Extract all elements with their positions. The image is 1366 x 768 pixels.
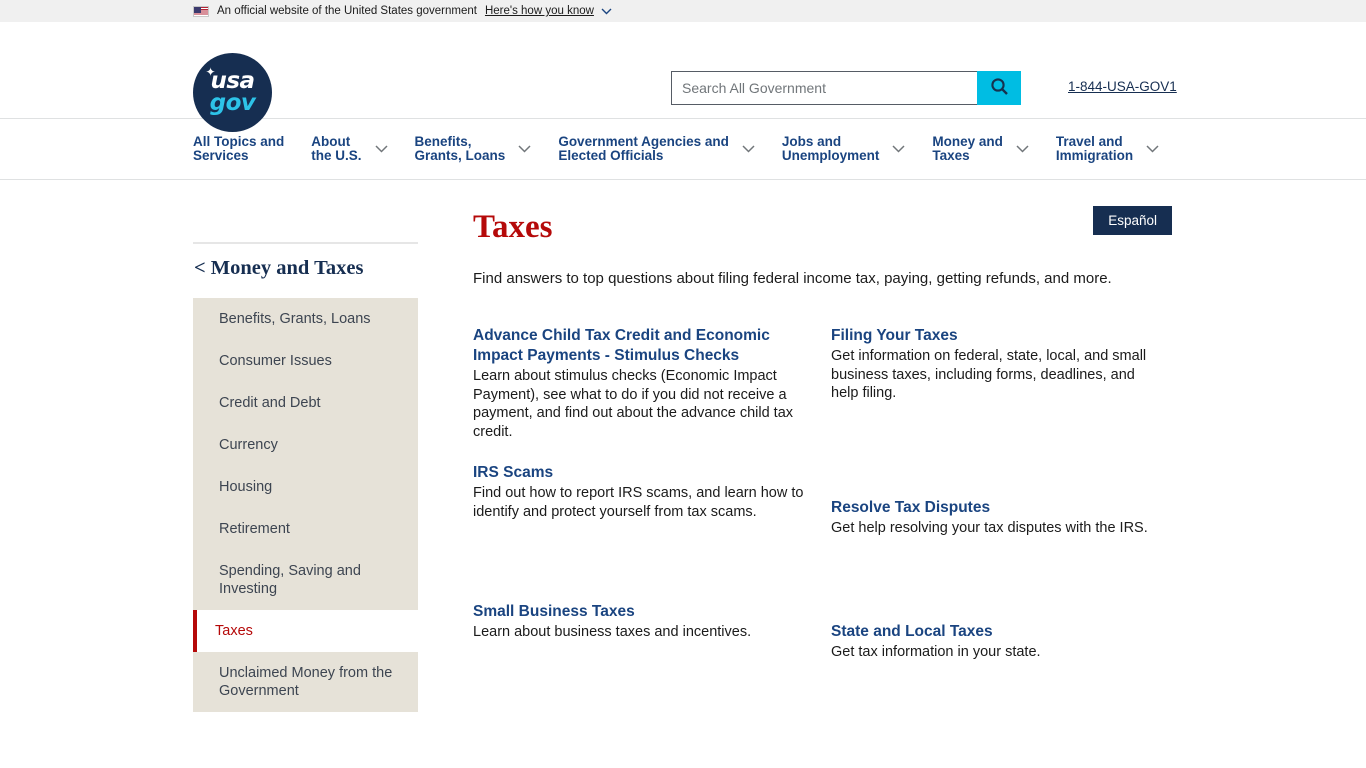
nav-item-label: About the U.S. <box>311 133 362 163</box>
chevron-down-icon[interactable] <box>1016 145 1029 153</box>
sidebar-item-credit-and-debt[interactable]: Credit and Debt <box>193 382 418 424</box>
topic-card-description: Get help resolving your tax disputes wit… <box>831 520 1148 536</box>
topic-card-link[interactable]: Advance Child Tax Credit and Economic Im… <box>473 326 807 366</box>
topic-card-resolve-tax-disputes: Resolve Tax Disputes Get help resolving … <box>831 498 1173 538</box>
topic-card-description: Get tax information in your state. <box>831 643 1041 660</box>
nav-item-jobs-unemployment[interactable]: Jobs and Unemployment <box>781 133 906 164</box>
topic-card-state-and-local-taxes: State and Local Taxes Get tax informatio… <box>831 622 1173 662</box>
nav-item-travel-immigration[interactable]: Travel and Immigration <box>1055 133 1159 164</box>
nav-item-about-us[interactable]: About the U.S. <box>311 133 388 164</box>
sidebar-item-spending-saving-investing[interactable]: Spending, Saving and Investing <box>193 550 418 610</box>
page-title: Taxes <box>473 209 553 245</box>
topic-card-grid: Advance Child Tax Credit and Economic Im… <box>473 326 1173 661</box>
chevron-down-icon[interactable] <box>1146 145 1159 153</box>
topic-card-link[interactable]: Filing Your Taxes <box>831 326 1149 346</box>
nav-item-label: Travel and Immigration <box>1055 133 1134 163</box>
banner-text: An official website of the United States… <box>217 5 477 17</box>
sidebar-divider <box>193 242 418 244</box>
topic-card-description: Find out how to report IRS scams, and le… <box>473 485 804 520</box>
nav-item-label: Jobs and Unemployment <box>781 133 880 163</box>
nav-item-government-agencies[interactable]: Government Agencies and Elected Official… <box>558 133 755 164</box>
sidebar-item-currency[interactable]: Currency <box>193 424 418 466</box>
topic-card-link[interactable]: Resolve Tax Disputes <box>831 498 1149 518</box>
logo-text-gov: gov <box>209 90 256 116</box>
chevron-down-icon[interactable] <box>892 145 905 153</box>
nav-item-label: Money and Taxes <box>932 133 1003 163</box>
nav-item-money-taxes[interactable]: Money and Taxes <box>932 133 1029 164</box>
topic-card-filing-your-taxes: Filing Your Taxes Get information on fed… <box>831 326 1173 441</box>
topic-card-irs-scams: IRS Scams Find out how to report IRS sca… <box>473 463 831 538</box>
us-flag-icon <box>193 5 209 17</box>
chevron-down-icon[interactable] <box>375 145 388 153</box>
logo-text-usa: usa <box>210 68 255 94</box>
phone-link[interactable]: 1-844-USA-GOV1 <box>1068 79 1177 94</box>
search-form <box>671 71 1021 105</box>
search-input[interactable] <box>671 71 977 105</box>
main-content: Taxes Find answers to top questions abou… <box>473 208 1173 661</box>
chevron-down-icon[interactable] <box>601 8 612 15</box>
page-body: Español < Money and Taxes Benefits, Gran… <box>0 180 1366 767</box>
topic-card-description: Get information on federal, state, local… <box>831 348 1147 401</box>
chevron-down-icon[interactable] <box>742 145 755 153</box>
sidebar-item-retirement[interactable]: Retirement <box>193 508 418 550</box>
topic-card-description: Learn about stimulus checks (Economic Im… <box>473 368 794 440</box>
section-sidebar: < Money and Taxes Benefits, Grants, Loan… <box>193 242 418 712</box>
primary-navigation: All Topics and Services About the U.S. B… <box>0 119 1366 180</box>
sidebar-item-unclaimed-money[interactable]: Unclaimed Money from the Government <box>193 652 418 712</box>
heres-how-you-know-link[interactable]: Here's how you know <box>485 5 594 17</box>
sidebar-item-benefits-grants-loans[interactable]: Benefits, Grants, Loans <box>193 298 418 340</box>
nav-item-label: Government Agencies and Elected Official… <box>558 133 729 163</box>
chevron-down-icon[interactable] <box>518 145 531 153</box>
sidebar-item-housing[interactable]: Housing <box>193 466 418 508</box>
sidebar-item-taxes[interactable]: Taxes <box>193 610 418 652</box>
nav-item-label: Benefits, Grants, Loans <box>414 133 506 163</box>
topic-card-description: Learn about business taxes and incentive… <box>473 623 752 640</box>
topic-card-link[interactable]: State and Local Taxes <box>831 622 1149 642</box>
site-header: ✦ usa gov 1-844-USA-GOV1 <box>0 22 1366 132</box>
sidebar-menu: Benefits, Grants, Loans Consumer Issues … <box>193 298 418 712</box>
search-icon <box>990 77 1009 99</box>
government-banner: An official website of the United States… <box>0 0 1366 22</box>
topic-card-link[interactable]: IRS Scams <box>473 463 807 483</box>
nav-item-label: All Topics and Services <box>193 133 285 163</box>
search-button[interactable] <box>977 71 1021 105</box>
topic-card-link[interactable]: Small Business Taxes <box>473 602 807 622</box>
star-icon: ✦ <box>205 65 216 79</box>
nav-item-all-topics[interactable]: All Topics and Services <box>193 133 285 164</box>
usagov-logo[interactable]: ✦ usa gov <box>193 53 272 132</box>
topic-card-small-business-taxes: Small Business Taxes Learn about busines… <box>473 602 831 662</box>
nav-item-benefits-grants-loans[interactable]: Benefits, Grants, Loans <box>414 133 532 164</box>
topic-card-advance-child-tax-credit: Advance Child Tax Credit and Economic Im… <box>473 326 831 441</box>
sidebar-back-heading[interactable]: < Money and Taxes <box>193 257 418 280</box>
sidebar-item-consumer-issues[interactable]: Consumer Issues <box>193 340 418 382</box>
page-intro: Find answers to top questions about fili… <box>473 270 1112 287</box>
